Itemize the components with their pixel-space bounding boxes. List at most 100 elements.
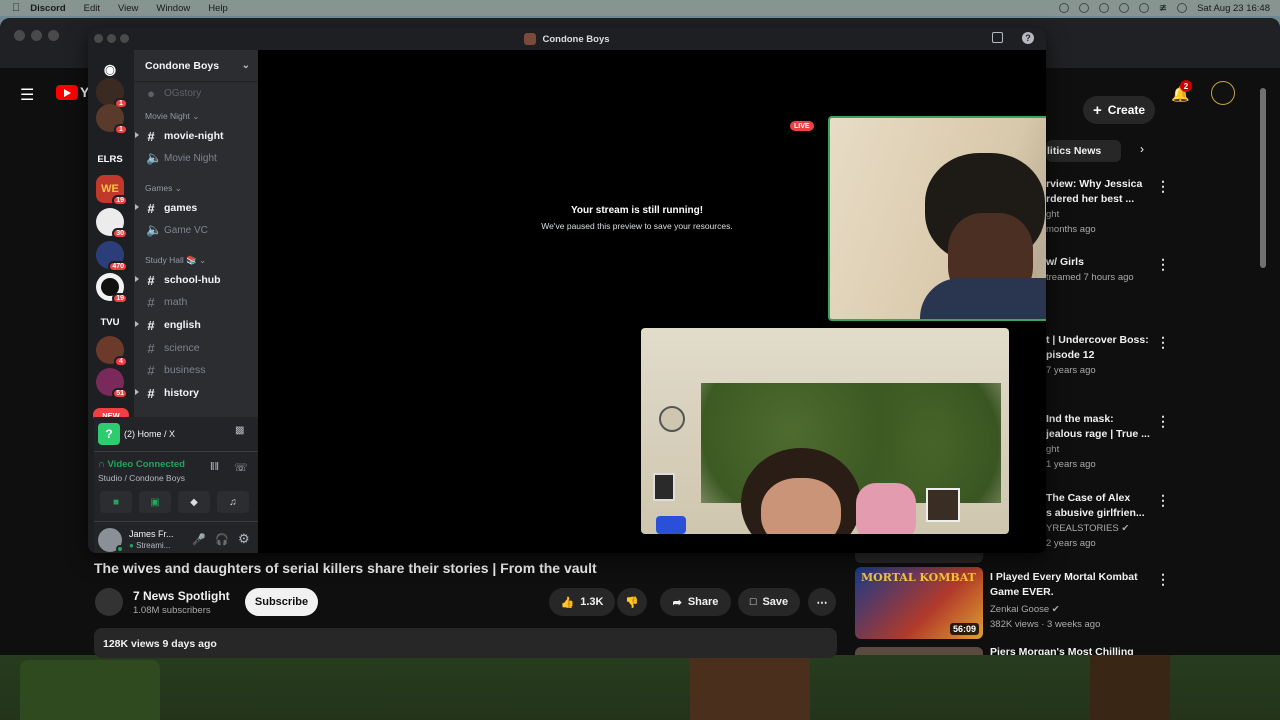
unread-arrow: [135, 321, 139, 327]
channel-math[interactable]: # math: [146, 293, 187, 311]
voice-location[interactable]: Studio / Condone Boys: [98, 473, 185, 483]
server-7[interactable]: 19: [96, 273, 128, 304]
category-study-hall[interactable]: Study Hall 📚 ⌄: [145, 255, 206, 266]
rec-more-icon[interactable]: ⋮: [1156, 493, 1170, 507]
rec-item-1[interactable]: rview: Why Jessica rdered her best ... g…: [1046, 177, 1170, 237]
menu-help[interactable]: Help: [208, 3, 228, 14]
dm-avatar-2[interactable]: 1: [96, 104, 128, 135]
account-avatar[interactable]: [1211, 81, 1235, 105]
rec-item-2[interactable]: w/ Girls treamed 7 hours ago: [1046, 255, 1170, 285]
noise-suppression-icon[interactable]: ‖‖: [210, 461, 219, 473]
more-actions-button[interactable]: ⋯: [808, 588, 836, 616]
server-tvu[interactable]: TVU: [96, 308, 124, 336]
rec-meta: ght: [1046, 209, 1060, 220]
activity-title[interactable]: (2) Home / X: [124, 429, 175, 439]
activities-button[interactable]: ◆: [178, 491, 210, 513]
chip-politics-news[interactable]: litics News: [1046, 140, 1121, 162]
channel-games[interactable]: # games: [146, 199, 197, 217]
apple-icon[interactable]: : [12, 2, 20, 14]
disconnect-icon[interactable]: ☏: [234, 461, 248, 474]
channel-business[interactable]: # business: [146, 361, 205, 379]
camera-button[interactable]: ■: [100, 491, 132, 513]
status-app-icon[interactable]: [1078, 3, 1089, 13]
rec-thumbnail-partial[interactable]: [855, 553, 983, 563]
channel-school-hub[interactable]: # school-hub: [146, 271, 220, 289]
voice-connected-status[interactable]: ∩ Video Connected: [98, 459, 185, 470]
like-button[interactable]: 👍 1.3K: [549, 588, 615, 616]
server-10[interactable]: 51: [96, 368, 128, 399]
rec-item-3[interactable]: t | Undercover Boss: pisode 12 7 years a…: [1046, 333, 1170, 378]
rec-item-5[interactable]: The Case of Alex s abusive girlfrien... …: [1046, 491, 1170, 551]
save-button[interactable]: □ Save: [738, 588, 800, 616]
voice-channel-game-vc[interactable]: 🔈 Game VC: [146, 221, 208, 239]
settings-gear-icon[interactable]: ⚙: [238, 531, 250, 547]
page-scrollbar[interactable]: [1260, 88, 1266, 268]
rec-thumbnail-mortal-kombat[interactable]: MORTAL KOMBAT 56:09: [855, 567, 983, 639]
stop-stream-icon[interactable]: ▩: [235, 425, 244, 436]
video-tile-james[interactable]: [828, 116, 1046, 321]
channel-movie-night[interactable]: # movie-night: [146, 127, 223, 145]
window-zoom-button[interactable]: [48, 30, 59, 41]
menu-app-name[interactable]: Discord: [30, 3, 65, 14]
screen-share-button[interactable]: ▣: [139, 491, 171, 513]
channel-science[interactable]: # science: [146, 339, 199, 357]
user-name[interactable]: James Fr...: [129, 529, 174, 539]
rec-more-icon[interactable]: ⋮: [1156, 414, 1170, 428]
subscribe-button[interactable]: Subscribe: [245, 588, 318, 616]
verified-icon: ✔: [1121, 523, 1130, 534]
share-button[interactable]: ➦ Share: [660, 588, 731, 616]
status-cloud-icon[interactable]: [1098, 3, 1109, 13]
rec-item-mortal-kombat[interactable]: I Played Every Mortal Kombat Game EVER. …: [990, 570, 1150, 632]
rec-more-icon[interactable]: ⋮: [1156, 257, 1170, 271]
webcam-shelf-frame: [926, 488, 960, 522]
server-5[interactable]: 30: [96, 208, 128, 239]
headphones-icon[interactable]: 🎧: [215, 533, 229, 546]
menu-edit[interactable]: Edit: [84, 3, 100, 14]
wifi-icon[interactable]: ≇: [1159, 3, 1167, 14]
rec-more-icon[interactable]: ⋮: [1156, 179, 1170, 193]
create-button[interactable]: + Create: [1083, 96, 1155, 124]
category-movie-night[interactable]: Movie Night ⌄: [145, 111, 199, 122]
rec-more-icon[interactable]: ⋮: [1156, 572, 1170, 586]
channel-name[interactable]: 7 News Spotlight: [133, 589, 230, 603]
screen-share-icon: ▣: [150, 496, 160, 508]
menu-window[interactable]: Window: [156, 3, 190, 14]
channel-history[interactable]: # history: [146, 384, 199, 402]
inbox-icon[interactable]: [992, 32, 1003, 43]
control-center-icon[interactable]: [1177, 3, 1188, 13]
menubar-clock[interactable]: Sat Aug 23 16:48: [1197, 3, 1270, 14]
voice-channel-movie-night[interactable]: 🔈 Movie Night: [146, 149, 217, 167]
rec-thumbnail-next[interactable]: [855, 647, 983, 655]
window-close-button[interactable]: [14, 30, 25, 41]
server-header[interactable]: Condone Boys ⌄: [134, 50, 258, 82]
server-6[interactable]: 470: [96, 241, 128, 272]
chevron-right-icon[interactable]: ›: [1140, 142, 1144, 156]
rec-more-icon[interactable]: ⋮: [1156, 335, 1170, 349]
server-elrs[interactable]: ELRS: [96, 145, 124, 173]
hamburger-menu-icon[interactable]: ☰: [20, 85, 34, 105]
rec-item-4[interactable]: Ind the mask: jealous rage | True ... gh…: [1046, 412, 1170, 472]
window-minimize-button[interactable]: [31, 30, 42, 41]
dm-avatar-1[interactable]: 1: [96, 78, 128, 109]
dislike-button[interactable]: 👎: [617, 588, 647, 616]
status-battery-icon[interactable]: [1138, 3, 1149, 13]
create-label: Create: [1107, 103, 1146, 117]
rec-channel: Zenkai Goose ✔: [990, 604, 1060, 615]
help-icon[interactable]: ?: [1022, 32, 1034, 44]
youtube-logo-icon[interactable]: [56, 85, 78, 100]
microphone-icon[interactable]: 🎤: [192, 533, 206, 546]
soundboard-button[interactable]: ♫: [217, 491, 249, 513]
channel-english[interactable]: # english: [146, 316, 200, 334]
rec-item-next[interactable]: Piers Morgan's Most Chilling: [990, 645, 1160, 655]
menu-view[interactable]: View: [118, 3, 138, 14]
channel-avatar[interactable]: [95, 588, 123, 616]
server-we[interactable]: WE 19: [96, 175, 128, 206]
speaker-icon: ●: [147, 85, 155, 101]
server-9[interactable]: 4: [96, 336, 128, 367]
channel-ogstory[interactable]: ● OGstory: [146, 84, 201, 102]
video-tile-participant[interactable]: [641, 328, 1009, 534]
category-games[interactable]: Games ⌄: [145, 183, 182, 194]
status-window-icon[interactable]: [1118, 3, 1129, 13]
status-record-icon[interactable]: [1058, 3, 1069, 13]
voice-panel: ? (2) Home / X ▩ ∩ Video Connected Studi…: [94, 417, 258, 553]
